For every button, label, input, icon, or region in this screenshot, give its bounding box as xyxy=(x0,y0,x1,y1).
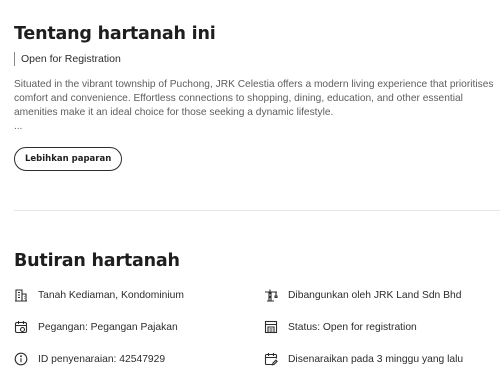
show-more-button[interactable]: Lebihkan paparan xyxy=(14,147,123,171)
detail-property-type: Tanah Kediaman, Kondominium xyxy=(14,288,184,302)
detail-listing-id: ID penyenaraian: 42547929 xyxy=(14,352,165,366)
info-icon xyxy=(14,352,28,366)
about-section-title: Tentang hartanah ini xyxy=(14,24,216,44)
detail-text: ID penyenaraian: 42547929 xyxy=(38,353,166,365)
detail-text: Dibangunkan oleh JRK Land Sdn Bhd xyxy=(288,289,462,301)
detail-text: Disenaraikan pada 3 minggu yang lalu xyxy=(288,353,464,365)
description-ellipsis: ... xyxy=(14,121,23,132)
crane-icon xyxy=(265,289,278,302)
building-icon xyxy=(15,289,27,302)
status-tag: Open for Registration xyxy=(14,52,121,66)
calendar-icon xyxy=(14,321,28,334)
detail-tenure: Pegangan: Pegangan Pajakan xyxy=(14,320,178,334)
section-divider xyxy=(14,210,500,211)
property-description: Situated in the vibrant township of Puch… xyxy=(14,79,494,119)
status-icon xyxy=(264,320,278,334)
details-section-title: Butiran hartanah xyxy=(14,251,180,271)
calendar-edit-icon xyxy=(264,353,278,366)
detail-text: Pegangan: Pegangan Pajakan xyxy=(38,321,178,333)
detail-text: Status: Open for registration xyxy=(288,321,417,333)
detail-status: Status: Open for registration xyxy=(264,320,417,334)
detail-text: Tanah Kediaman, Kondominium xyxy=(38,289,184,301)
detail-developer: Dibangunkan oleh JRK Land Sdn Bhd xyxy=(264,288,461,302)
detail-listed-date: Disenaraikan pada 3 minggu yang lalu xyxy=(264,352,463,366)
